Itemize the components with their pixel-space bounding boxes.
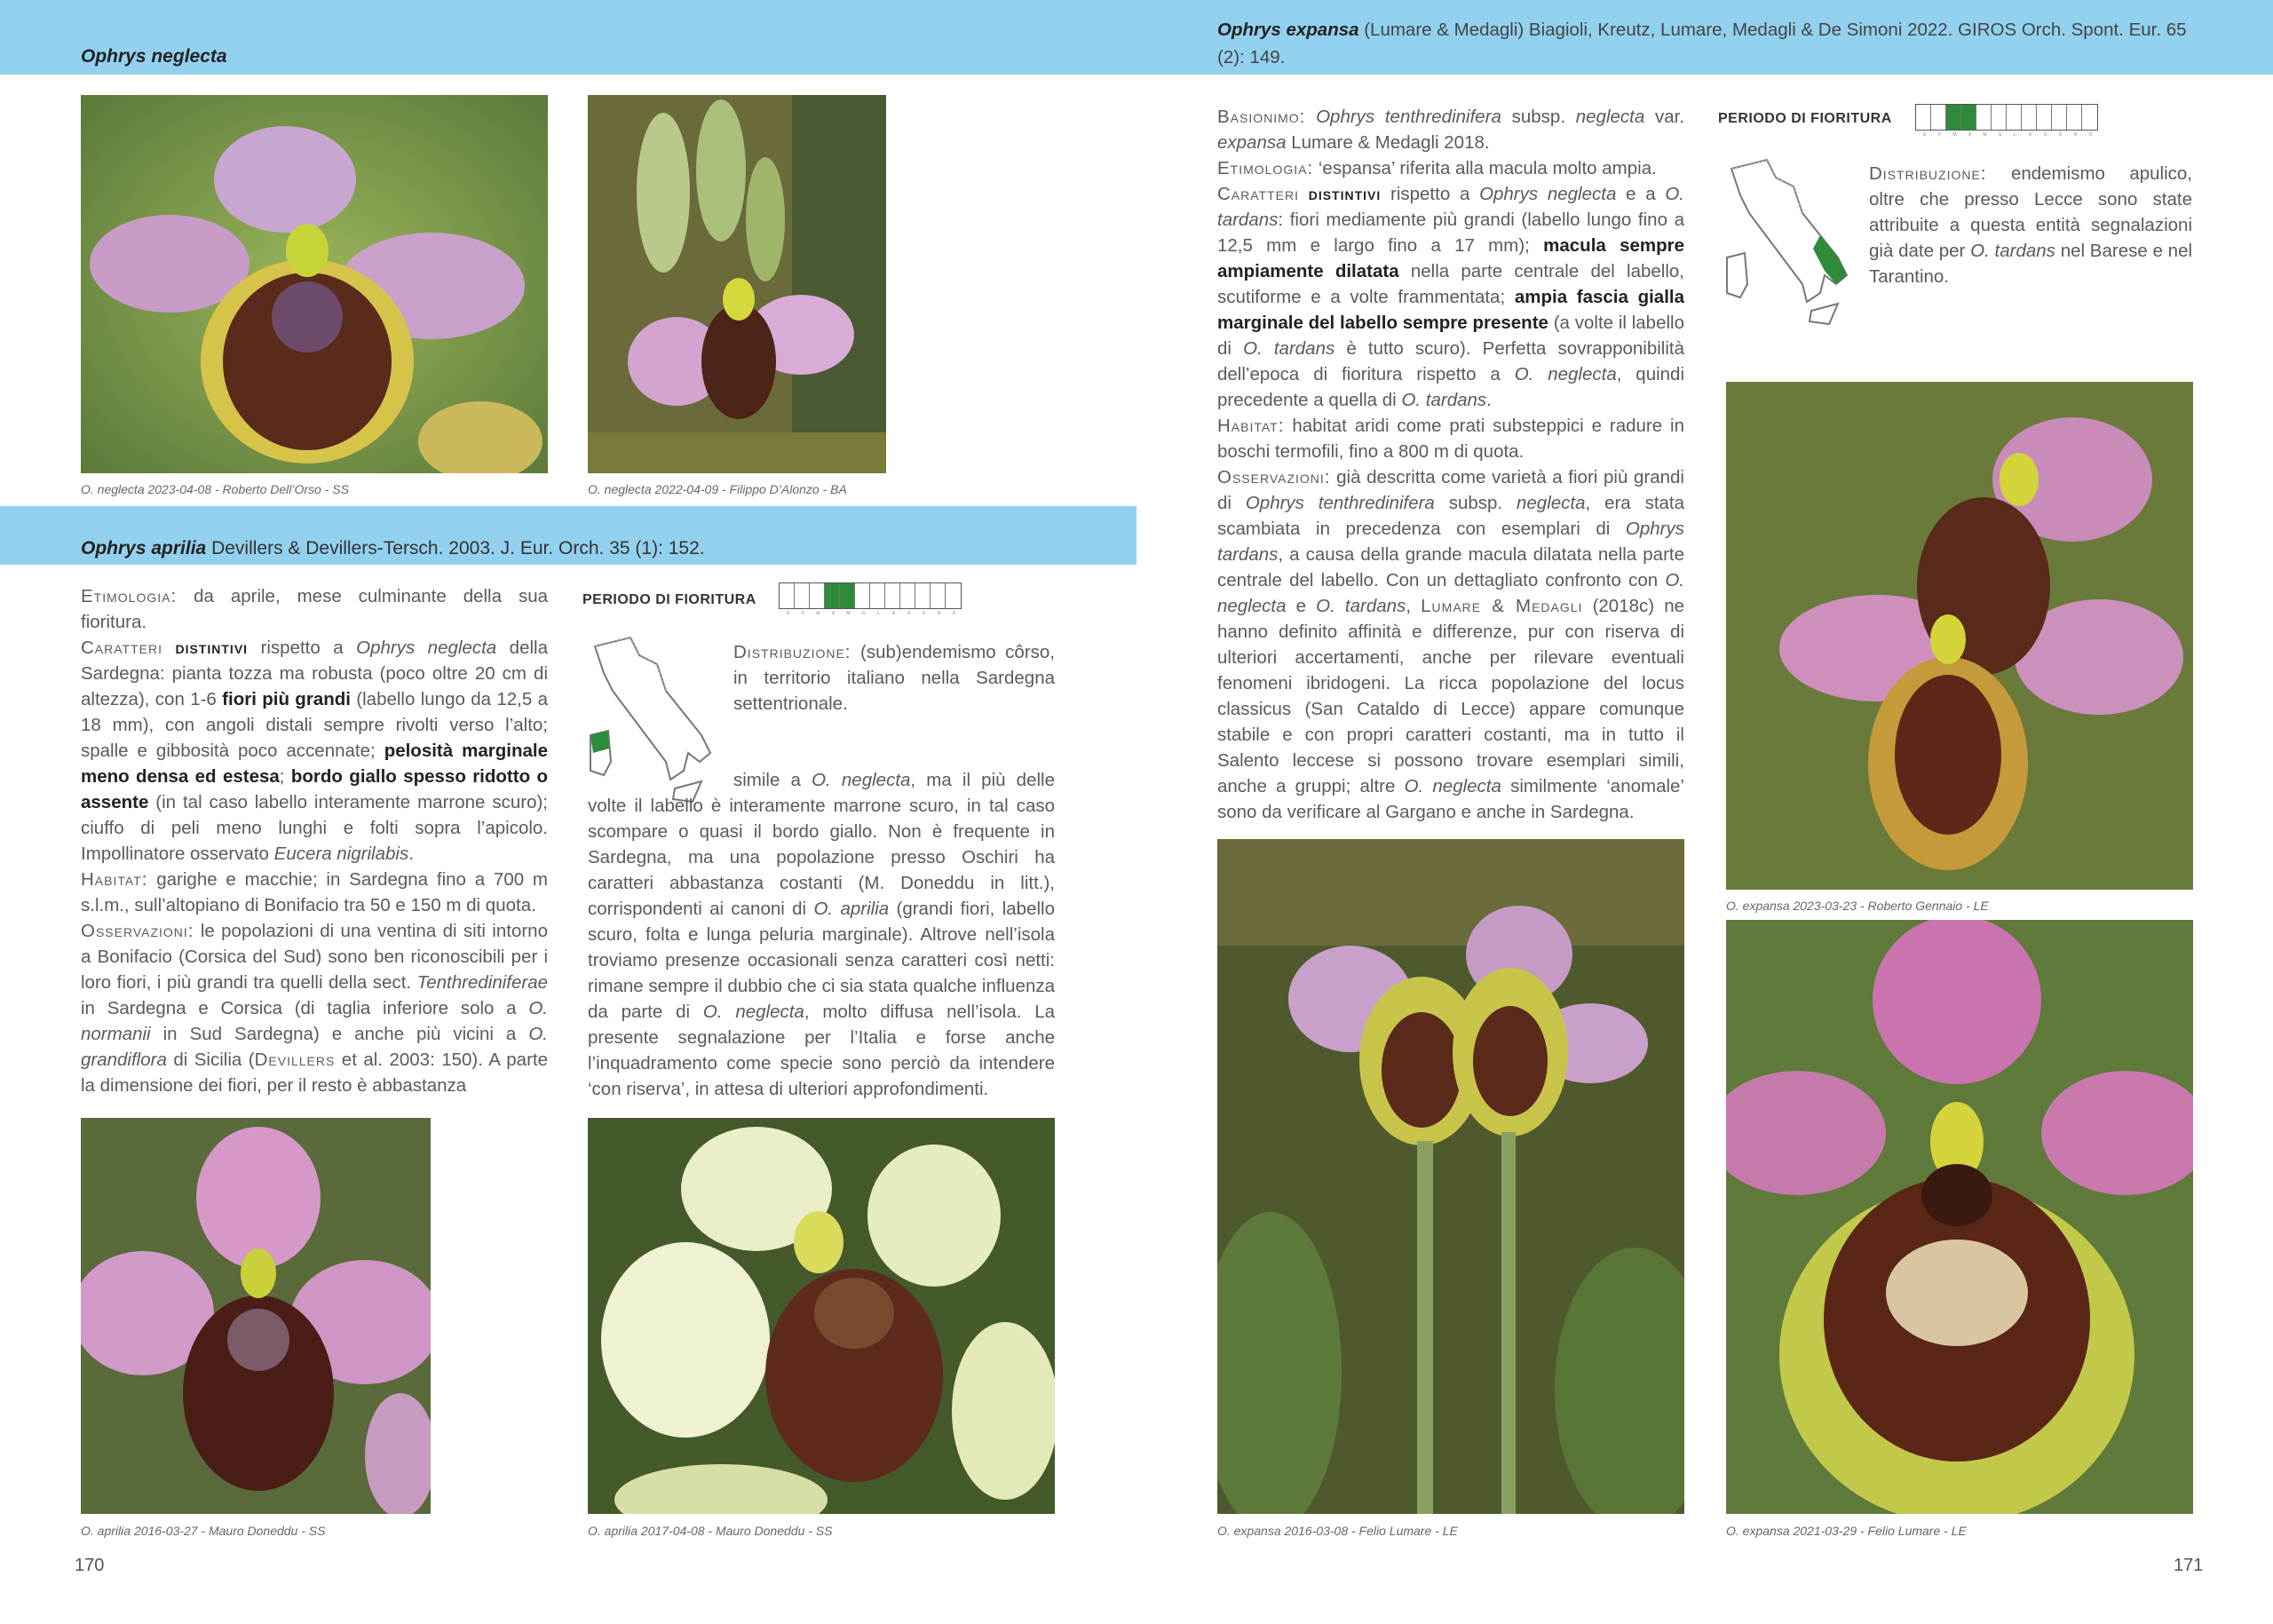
fioritura-month-letter: F	[1937, 132, 1942, 138]
fioritura-month-letter: A	[1968, 132, 1972, 138]
fioritura-chart-right	[1915, 104, 2098, 131]
fioritura-month-letter: O	[2058, 132, 2063, 138]
photo-expansa-1	[1726, 382, 2193, 890]
caption-neglecta-2: O. neglecta 2022-04-09 - Filippo D’Alonz…	[588, 482, 847, 496]
fioritura-month-letter: L	[2014, 132, 2016, 138]
fioritura-months-right: GFMAMGLASOND	[1917, 132, 2098, 138]
fioritura-month-cell	[946, 583, 961, 608]
fioritura-month-letter: A	[891, 611, 896, 616]
fioritura-month-letter: L	[877, 611, 880, 616]
italy-map-apulia	[1726, 158, 1849, 326]
fioritura-month-cell	[1992, 105, 2007, 130]
aprilia-description-cont: simile a O. neglecta, ma il più delle vo…	[588, 770, 1056, 1099]
caption-aprilia-1: O. aprilia 2016-03-27 - Mauro Doneddu - …	[81, 1524, 326, 1538]
fioritura-month-cell	[2037, 105, 2052, 130]
page-number-right: 171	[2174, 1556, 2204, 1575]
page-number-left: 170	[75, 1556, 105, 1575]
aprilia-distribution: Distribuzione: (sub)endemismo côrso, in …	[733, 642, 1055, 714]
right-header-title: Ophrys expansa (Lumare & Medagli) Biagio…	[1217, 16, 2194, 71]
fioritura-month-letter: D	[2088, 132, 2093, 138]
fioritura-month-cell	[870, 583, 885, 608]
expansa-name: Ophrys expansa	[1217, 20, 1359, 40]
species-heading: Ophrys aprilia Devillers & Devillers-Ter…	[81, 538, 705, 559]
fioritura-month-cell	[931, 583, 946, 608]
fioritura-month-cell	[2067, 105, 2082, 130]
expansa-description: Basionimo: Ophrys tenthredinifera subsp.…	[1217, 107, 1685, 822]
caption-expansa-1: O. expansa 2023-03-23 - Roberto Gennaio …	[1726, 899, 1989, 913]
expansa-authority: (Lumare & Medagli) Biagioli, Kreutz, Lum…	[1217, 20, 2187, 67]
fioritura-chart-left	[779, 582, 962, 609]
fioritura-month-cell	[2082, 105, 2097, 130]
fioritura-month-cell	[2007, 105, 2022, 130]
fioritura-month-letter: G	[861, 611, 866, 616]
fioritura-month-letter: M	[846, 611, 851, 616]
photo-neglecta-2	[588, 95, 886, 473]
fioritura-month-letter: S	[2043, 132, 2047, 138]
fioritura-month-letter: G	[1998, 132, 2002, 138]
fioritura-month-letter: S	[907, 611, 911, 616]
fioritura-label-left: PERIODO DI FIORITURA	[582, 592, 756, 607]
caption-aprilia-2: O. aprilia 2017-04-08 - Mauro Doneddu - …	[588, 1524, 833, 1538]
fioritura-label-right: PERIODO DI FIORITURA	[1718, 111, 1892, 126]
expansa-distribution: Distribuzione: endemismo apulico, oltre …	[1869, 163, 2193, 287]
fioritura-month-cell	[1976, 105, 1992, 130]
fioritura-month-cell	[1931, 105, 1946, 130]
fioritura-month-letter: F	[801, 611, 805, 616]
species-name: Ophrys aprilia	[81, 538, 207, 558]
fioritura-month-cell	[2052, 105, 2067, 130]
fioritura-month-letter: M	[1983, 132, 1987, 138]
photo-neglecta-1	[81, 95, 548, 473]
caption-expansa-2: O. expansa 2016-03-08 - Felio Lumare - L…	[1217, 1524, 1458, 1538]
fioritura-month-cell	[1946, 105, 1961, 130]
fioritura-month-letter: G	[1922, 132, 1927, 138]
fioritura-month-cell	[900, 583, 915, 608]
left-header-title: Ophrys neglecta	[81, 46, 227, 67]
fioritura-month-letter: N	[937, 611, 941, 616]
fioritura-month-letter: A	[2028, 132, 2032, 138]
fioritura-month-cell	[885, 583, 900, 608]
fioritura-months-left: GFMAMGLASOND	[780, 611, 962, 616]
aprilia-description: Etimologia: da aprile, mese culminante d…	[81, 586, 549, 1096]
photo-aprilia-2	[588, 1118, 1055, 1514]
fioritura-month-letter: N	[2073, 132, 2078, 138]
fioritura-month-cell	[1916, 105, 1931, 130]
fioritura-month-cell	[795, 583, 810, 608]
fioritura-month-letter: M	[1952, 132, 1957, 138]
fioritura-month-cell	[915, 583, 931, 608]
fioritura-month-cell	[840, 583, 855, 608]
fioritura-month-letter: O	[922, 611, 926, 616]
photo-aprilia-1	[81, 1118, 431, 1514]
caption-neglecta-1: O. neglecta 2023-04-08 - Roberto Dell’Or…	[81, 482, 349, 496]
fioritura-month-cell	[1961, 105, 1976, 130]
photo-expansa-2	[1217, 839, 1684, 1514]
fioritura-month-cell	[855, 583, 870, 608]
fioritura-month-cell	[780, 583, 795, 608]
photo-expansa-3	[1726, 920, 2193, 1514]
fioritura-month-letter: G	[786, 611, 790, 616]
caption-expansa-3: O. expansa 2021-03-29 - Felio Lumare - L…	[1726, 1524, 1967, 1538]
species-authority: Devillers & Devillers-Tersch. 2003. J. E…	[211, 538, 705, 558]
fioritura-month-cell	[810, 583, 825, 608]
fioritura-month-letter: A	[831, 611, 836, 616]
fioritura-month-letter: M	[816, 611, 820, 616]
fioritura-month-letter: D	[952, 611, 956, 616]
fioritura-month-cell	[825, 583, 840, 608]
fioritura-month-cell	[2022, 105, 2037, 130]
